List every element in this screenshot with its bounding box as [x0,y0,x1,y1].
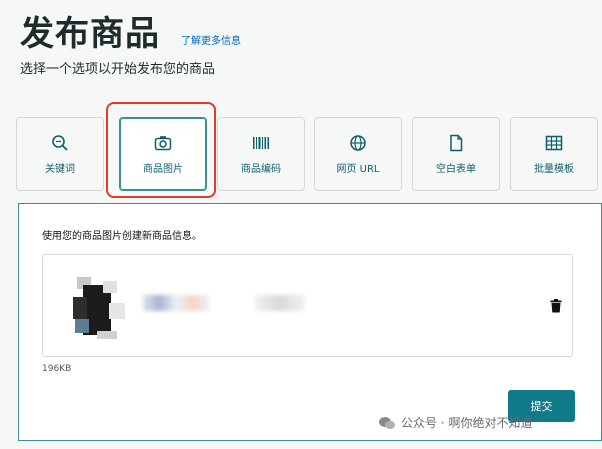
tab-label: 商品编码 [241,163,281,175]
search-icon [51,134,69,152]
tab-product-image[interactable]: 商品图片 [119,117,207,191]
watermark: 公众号 · 啊你绝对不知道 [378,414,532,431]
panel-description: 使用您的商品图片创建新商品信息。 [42,231,202,242]
blurred-detail [255,295,305,311]
page-title: 发布商品 [20,14,160,54]
globe-icon [349,134,367,152]
tab-label: 空白表单 [436,163,476,175]
image-thumbnail[interactable] [69,271,127,341]
page-subtitle: 选择一个选项以开始发布您的商品 [20,62,216,77]
tab-keyword[interactable]: 关键词 [16,117,104,191]
tab-label: 网页 URL [336,163,380,175]
tab-web-url[interactable]: 网页 URL [314,117,402,191]
document-icon [447,134,465,152]
trash-icon[interactable] [550,299,562,313]
file-size: 196KB [42,364,72,374]
watermark-text: 公众号 · 啊你绝对不知道 [401,416,533,430]
tab-product-code[interactable]: 商品编码 [217,117,305,191]
option-tabs: 关键词 商品图片 商品编码 网页 URL 空白表单 批量模板 [16,117,602,191]
tab-label: 批量模板 [534,163,574,175]
tab-bulk-template[interactable]: 批量模板 [510,117,598,191]
tab-label: 关键词 [45,163,75,175]
barcode-icon [252,134,270,152]
camera-icon [154,134,172,152]
blurred-filename [143,295,209,311]
learn-more-link[interactable]: 了解更多信息 [181,32,241,47]
tab-label: 商品图片 [143,163,183,175]
tab-blank-form[interactable]: 空白表单 [412,117,500,191]
wechat-icon [379,416,395,429]
spreadsheet-icon [545,134,563,152]
image-upload-panel: 使用您的商品图片创建新商品信息。 196KB 提交 [18,203,602,441]
uploaded-image-row [42,254,573,357]
